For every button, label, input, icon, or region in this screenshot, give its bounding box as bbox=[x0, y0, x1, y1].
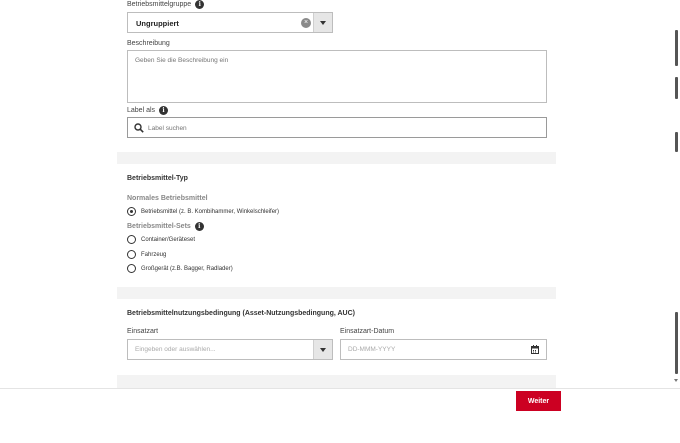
type-section-title: Betriebsmittel-Typ bbox=[127, 175, 188, 182]
radio-vehicle[interactable]: Fahrzeug bbox=[127, 250, 166, 259]
label-search[interactable] bbox=[127, 117, 547, 138]
info-icon[interactable]: i bbox=[159, 106, 169, 115]
use-type-select-toggle[interactable] bbox=[313, 340, 332, 359]
radio-label: Container/Geräteset bbox=[141, 236, 196, 243]
search-icon bbox=[134, 123, 144, 133]
group-select[interactable]: Ungruppiert × bbox=[127, 12, 333, 33]
label-as-label: Label als bbox=[127, 107, 156, 114]
radio-button[interactable] bbox=[127, 250, 136, 259]
radio-container-set[interactable]: Container/Geräteset bbox=[127, 235, 195, 244]
radio-large-equipment[interactable]: Großgerät (z.B. Bagger, Radlader) bbox=[127, 264, 233, 273]
date-placeholder: DD-MMM-YYYY bbox=[348, 346, 396, 353]
label-search-input[interactable] bbox=[148, 121, 528, 135]
group-label-row: Betriebsmittelgruppe i bbox=[127, 0, 205, 9]
radio-label: Fahrzeug bbox=[141, 251, 167, 258]
date-label: Einsatzart-Datum bbox=[340, 328, 395, 335]
normal-asset-heading: Normales Betriebsmittel bbox=[127, 195, 208, 202]
description-field[interactable] bbox=[127, 50, 547, 103]
radio-button[interactable] bbox=[127, 235, 136, 244]
radio-normal-asset[interactable]: Betriebsmittel (z. B. Kombihammer, Winke… bbox=[127, 207, 279, 216]
radio-label: Großgerät (z.B. Bagger, Radlader) bbox=[141, 265, 233, 272]
chevron-down-icon bbox=[320, 21, 326, 25]
use-type-placeholder: Eingeben oder auswählen... bbox=[135, 346, 216, 353]
label-as-row: Label als i bbox=[127, 106, 169, 115]
scrollbar[interactable] bbox=[674, 0, 680, 388]
scrollbar-marker bbox=[675, 312, 678, 374]
calendar-icon[interactable] bbox=[531, 345, 539, 354]
asset-sets-heading: Betriebsmittel-Sets bbox=[127, 223, 191, 230]
scrollbar-marker bbox=[675, 77, 678, 99]
info-icon[interactable]: i bbox=[194, 222, 204, 231]
radio-button[interactable] bbox=[127, 264, 136, 273]
description-label: Beschreibung bbox=[127, 40, 170, 47]
footer-divider bbox=[0, 388, 680, 389]
auc-section-title: Betriebsmittelnutzungsbedingung (Asset-N… bbox=[127, 310, 356, 317]
asset-sets-heading-row: Betriebsmittel-Sets i bbox=[127, 222, 204, 231]
next-button[interactable]: Weiter bbox=[516, 391, 561, 411]
group-select-toggle[interactable] bbox=[313, 13, 332, 32]
scroll-down-arrow[interactable] bbox=[674, 379, 678, 382]
page: Betriebsmittelgruppe i Ungruppiert × Bes… bbox=[0, 0, 680, 443]
radio-label: Betriebsmittel (z. B. Kombihammer, Winke… bbox=[141, 208, 280, 215]
group-select-value: Ungruppiert bbox=[136, 19, 179, 28]
use-type-label: Einsatzart bbox=[127, 328, 159, 335]
clear-icon[interactable]: × bbox=[301, 18, 311, 28]
scrollbar-marker bbox=[675, 132, 678, 152]
radio-button[interactable] bbox=[127, 207, 136, 216]
group-label: Betriebsmittelgruppe bbox=[127, 1, 192, 8]
scrollbar-thumb[interactable] bbox=[675, 30, 678, 66]
info-icon[interactable]: i bbox=[195, 0, 205, 9]
use-type-select[interactable]: Eingeben oder auswählen... bbox=[127, 339, 333, 360]
date-field[interactable]: DD-MMM-YYYY bbox=[340, 339, 547, 360]
chevron-down-icon bbox=[320, 348, 326, 352]
